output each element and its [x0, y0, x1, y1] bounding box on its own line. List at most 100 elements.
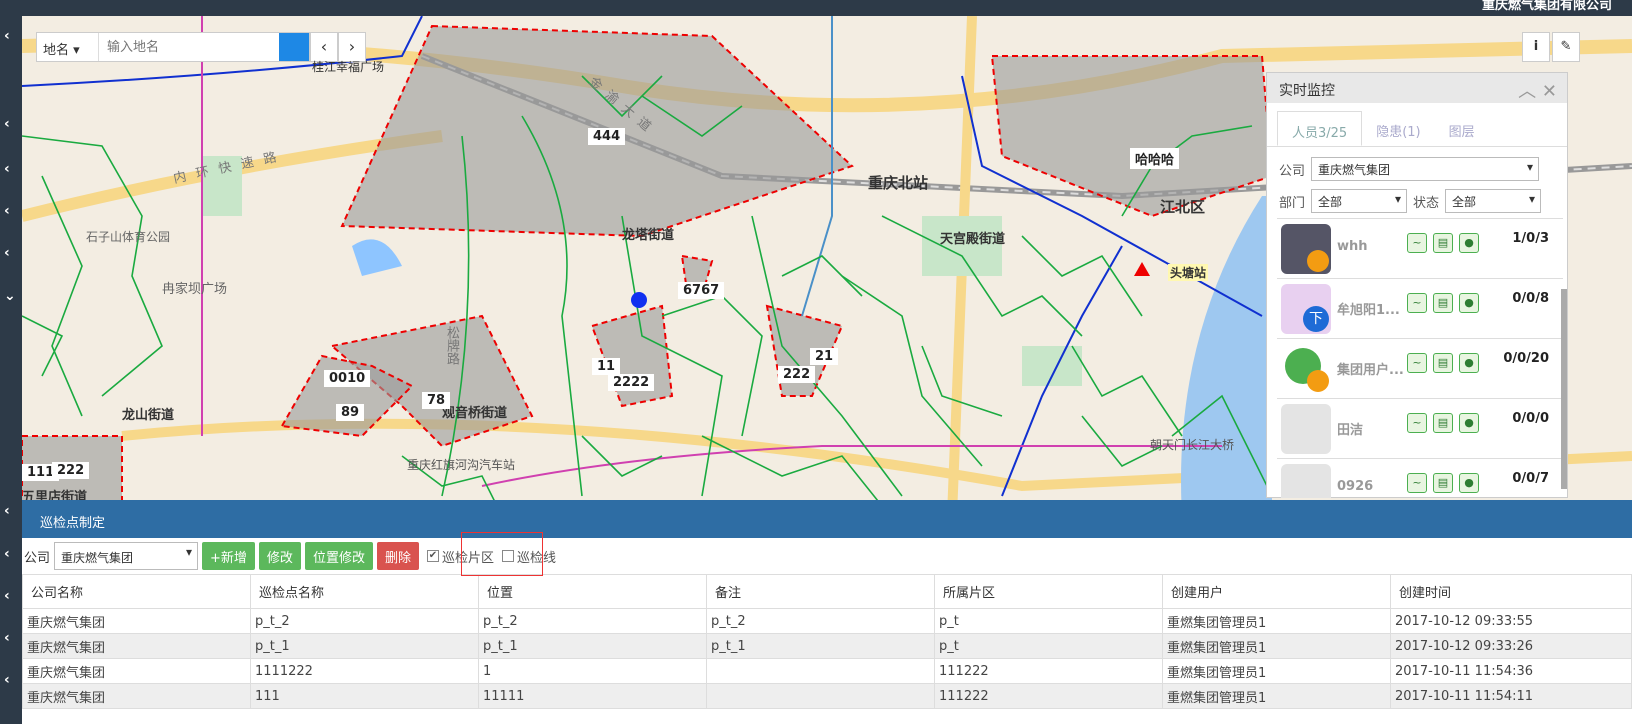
map-label: 朝天门长江大桥: [1150, 438, 1235, 452]
chevron-left-icon[interactable]: ‹: [4, 630, 10, 646]
tab-personnel[interactable]: 人员3/25: [1277, 111, 1363, 146]
monitor-header: 实时监控 ︿ ✕: [1267, 73, 1567, 103]
table-header: 公司名称 巡检点名称 位置 备注 所属片区 创建用户 创建时间: [22, 574, 1632, 609]
record-icon[interactable]: ▤: [1433, 413, 1453, 433]
column-header[interactable]: 创建时间: [1390, 574, 1632, 609]
record-icon[interactable]: ▤: [1433, 293, 1453, 313]
patrol-point-table: 公司名称 巡检点名称 位置 备注 所属片区 创建用户 创建时间 重庆燃气集团 p_…: [22, 574, 1632, 709]
location-icon[interactable]: ●: [1459, 413, 1479, 433]
chevron-left-icon[interactable]: ‹: [4, 588, 10, 604]
track-icon[interactable]: ~: [1407, 293, 1427, 313]
dept-select[interactable]: 全部: [1311, 189, 1407, 213]
close-icon[interactable]: ✕: [1542, 81, 1557, 102]
collapse-icon[interactable]: ︿: [1518, 81, 1536, 102]
zone-label[interactable]: 2222: [608, 374, 655, 391]
company-select[interactable]: 重庆燃气集团: [54, 542, 199, 570]
toolbar: 公司 重庆燃气集团 +新增 修改 位置修改 删除 ✔巡检片区 巡检线: [22, 538, 1632, 574]
record-icon[interactable]: ▤: [1433, 353, 1453, 373]
column-header[interactable]: 公司名称: [22, 574, 251, 609]
search-button[interactable]: [37, 33, 309, 61]
map-label: 头塘站: [1168, 264, 1209, 281]
chevron-left-icon[interactable]: ‹: [4, 116, 10, 132]
add-button[interactable]: +新增: [202, 542, 255, 570]
list-item[interactable]: 下 牟旭阳1... ~ ▤ ● 0/0/8: [1277, 279, 1563, 339]
column-header[interactable]: 巡检点名称: [250, 574, 479, 609]
chevron-left-icon[interactable]: ‹: [4, 203, 10, 219]
map-label: 松牌路: [444, 326, 459, 365]
scrollbar[interactable]: [1561, 289, 1567, 489]
status-select[interactable]: 全部: [1445, 189, 1542, 213]
table-row[interactable]: 重庆燃气集团 p_t_1 p_t_1 p_t_1 p_t 重燃集团管理员1 2017-10-…: [22, 633, 1632, 659]
chevron-left-icon[interactable]: ‹: [4, 28, 10, 44]
map-label: 观音桥街道: [442, 406, 508, 421]
location-icon[interactable]: ●: [1459, 473, 1479, 493]
avatar: [1281, 464, 1331, 498]
realtime-monitor-panel: 实时监控 ︿ ✕ 人员3/25 隐患(1) 图层 公司 重庆燃气集团 部门 全部…: [1266, 72, 1568, 498]
tab-layers[interactable]: 图层: [1435, 111, 1489, 146]
personnel-list: whh ~ ▤ ● 1/0/3 下 牟旭阳1... ~ ▤ ● 0/0/8 集团用户..…: [1277, 218, 1563, 498]
column-header[interactable]: 所属片区: [934, 574, 1163, 609]
column-header[interactable]: 位置: [478, 574, 707, 609]
chevron-down-icon[interactable]: ⌄: [4, 288, 16, 304]
top-bar: 重庆燃气集团有限公司: [0, 0, 1632, 16]
chevron-left-icon[interactable]: ‹: [4, 672, 10, 688]
measure-button[interactable]: ✎: [1552, 32, 1580, 62]
zone-label[interactable]: 21: [810, 348, 839, 365]
dept-status-filter: 部门 全部 状态 全部: [1267, 185, 1567, 217]
search-input[interactable]: [99, 33, 279, 61]
left-sidebar: ‹ ‹ ‹ ‹ ‹ ⌄ ‹ ‹ ‹ ‹ ‹: [0, 16, 22, 724]
zone-label[interactable]: 89: [336, 404, 365, 421]
track-icon[interactable]: ~: [1407, 353, 1427, 373]
map-label: 重庆北站: [868, 174, 929, 192]
record-icon[interactable]: ▤: [1433, 233, 1453, 253]
zone-label[interactable]: 哈哈哈: [1130, 148, 1180, 169]
avatar: 下: [1281, 284, 1331, 334]
avatar: [1281, 224, 1331, 274]
chevron-left-icon[interactable]: ‹: [4, 503, 10, 519]
column-header[interactable]: 备注: [706, 574, 935, 609]
info-button[interactable]: i: [1522, 32, 1550, 62]
zone-label[interactable]: 6767: [678, 282, 725, 299]
map-label: 龙塔街道: [622, 228, 675, 243]
monitor-title: 实时监控: [1279, 83, 1335, 99]
checkbox-checked-icon: ✔: [426, 550, 439, 562]
delete-button[interactable]: 删除: [376, 542, 419, 570]
zone-label[interactable]: 78: [422, 392, 451, 409]
monitor-tabs: 人员3/25 隐患(1) 图层: [1267, 103, 1567, 147]
chevron-left-icon[interactable]: ‹: [4, 546, 10, 562]
location-icon[interactable]: ●: [1459, 293, 1479, 313]
zone-label[interactable]: 444: [588, 128, 626, 145]
location-icon[interactable]: ●: [1459, 353, 1479, 373]
zone-label[interactable]: 222: [778, 366, 816, 383]
zone-label[interactable]: 222: [52, 462, 90, 479]
map-label: 冉家坝广场: [162, 282, 228, 297]
map-label: 天宫殿街道: [940, 232, 1006, 247]
position-edit-button[interactable]: 位置修改: [304, 542, 373, 570]
list-item[interactable]: 集团用户... ~ ▤ ● 0/0/20: [1277, 339, 1563, 399]
highlight-frame: [461, 532, 543, 576]
list-item[interactable]: 0926 ~ ▤ ● 0/0/7: [1277, 459, 1563, 498]
chevron-left-icon[interactable]: ‹: [4, 245, 10, 261]
zone-label[interactable]: 11: [592, 358, 621, 375]
location-icon[interactable]: ●: [1459, 233, 1479, 253]
map-label: 石子山体育公园: [86, 230, 171, 244]
list-item[interactable]: whh ~ ▤ ● 1/0/3: [1277, 219, 1563, 279]
track-icon[interactable]: ~: [1407, 233, 1427, 253]
company-select[interactable]: 重庆燃气集团: [1311, 157, 1539, 181]
record-icon[interactable]: ▤: [1433, 473, 1453, 493]
map-label: 桂江幸福广场: [312, 60, 385, 74]
column-header[interactable]: 创建用户: [1162, 574, 1391, 609]
zone-label[interactable]: 0010: [324, 370, 371, 387]
edit-button[interactable]: 修改: [258, 542, 301, 570]
tab-hazards[interactable]: 隐患(1): [1362, 111, 1434, 146]
list-item[interactable]: 田洁 ~ ▤ ● 0/0/0: [1277, 399, 1563, 459]
panel-title: 巡检点制定: [22, 500, 1632, 538]
table-row[interactable]: 重庆燃气集团 p_t_2 p_t_2 p_t_2 p_t 重燃集团管理员1 2017-10-…: [22, 608, 1632, 634]
table-row[interactable]: 重庆燃气集团 111 11111 111222 重燃集团管理员1 2017-10-11 1…: [22, 683, 1632, 709]
chevron-left-icon[interactable]: ‹: [4, 161, 10, 177]
avatar: [1281, 344, 1331, 394]
track-icon[interactable]: ~: [1407, 413, 1427, 433]
patrol-point-panel: 巡检点制定 公司 重庆燃气集团 +新增 修改 位置修改 删除 ✔巡检片区 巡检线…: [22, 500, 1632, 724]
table-row[interactable]: 重庆燃气集团 1111222 1 111222 重燃集团管理员1 2017-10-11 1…: [22, 658, 1632, 684]
track-icon[interactable]: ~: [1407, 473, 1427, 493]
